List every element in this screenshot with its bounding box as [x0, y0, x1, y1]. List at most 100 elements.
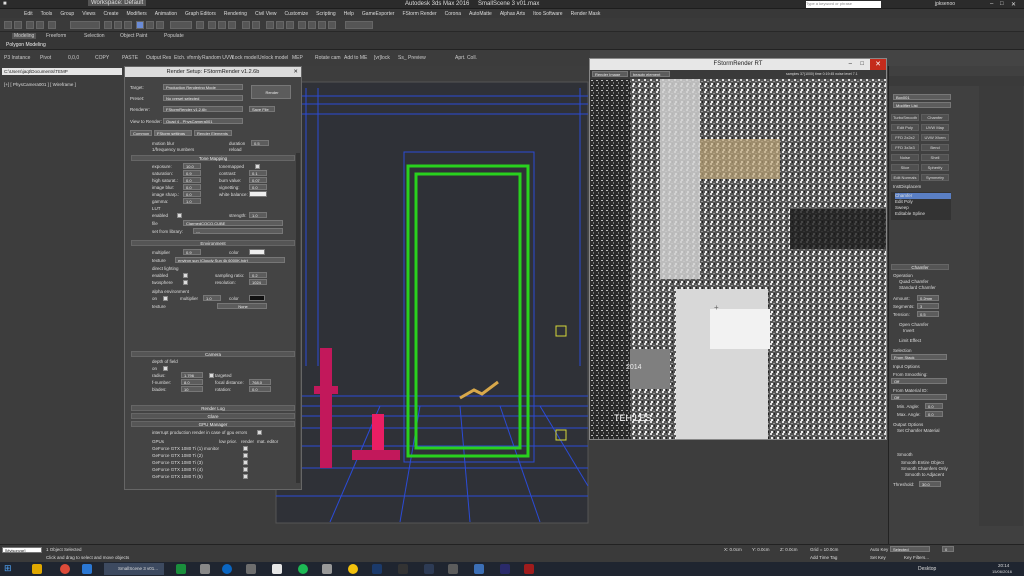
gpu-render-checkbox[interactable] [243, 467, 248, 472]
render-log-rollout[interactable]: Render Log [131, 405, 295, 411]
burn-value-input[interactable]: 0.07 [249, 177, 267, 183]
close-icon[interactable]: ✕ [870, 59, 886, 70]
z-coord[interactable]: Z: 0.0cm [780, 547, 798, 552]
curve-editor-icon[interactable] [276, 21, 284, 29]
min-angle-input[interactable]: 0.0 [925, 403, 943, 409]
toolbar-button[interactable]: Rotate cam [315, 55, 341, 61]
unlink-icon[interactable] [36, 21, 44, 29]
y-coord[interactable]: Y: 0.0cm [752, 547, 770, 552]
named-selection-dropdown[interactable] [345, 21, 373, 29]
env-multiplier-input[interactable]: 0.9 [183, 249, 201, 255]
tab-freeform[interactable]: Freeform [46, 33, 66, 39]
tone-mapping-rollout[interactable]: Tone Mapping [131, 155, 295, 161]
menu-item[interactable]: Create [103, 11, 118, 17]
alpha-on-checkbox[interactable] [163, 296, 168, 301]
smoothing-dropdown[interactable]: Off [891, 378, 947, 384]
stack-item[interactable]: Editable Spline [895, 211, 925, 217]
amount-input[interactable]: 0.2mm [917, 295, 939, 301]
element-dropdown[interactable]: beauty element [630, 71, 670, 77]
frame-input[interactable]: 0 [942, 546, 954, 552]
alpha-texture-button[interactable]: None [217, 303, 267, 309]
camera-rollout[interactable]: Camera [131, 351, 295, 357]
gpu-manager-rollout[interactable]: GPU Manager [131, 421, 295, 427]
lut-strength-input[interactable]: 1.0 [249, 212, 267, 218]
selection-dropdown[interactable]: From Stack [891, 354, 947, 360]
close-icon[interactable]: ✕ [293, 67, 298, 77]
spotify-icon[interactable] [298, 564, 308, 574]
limit-effect-checkbox[interactable]: Limit Effect [899, 338, 921, 344]
set-chamfer-material-checkbox[interactable]: Set Chamfer Material [897, 428, 940, 434]
dl-enabled-checkbox[interactable] [183, 273, 188, 278]
dialog-title-bar[interactable]: Render Setup: FStormRender v1.2.6b ✕ [125, 67, 301, 77]
modifier-button[interactable]: Chamfer [921, 114, 949, 121]
mirror-icon[interactable] [242, 21, 250, 29]
dialog-scrollbar[interactable] [296, 153, 300, 483]
modifier-button[interactable]: Bend [921, 144, 949, 151]
exposure-input[interactable]: 10.0 [183, 163, 201, 169]
image-sharp-input[interactable]: 0.0 [183, 191, 201, 197]
menu-item[interactable]: Help [344, 11, 354, 17]
view-dropdown[interactable]: Quad 4 - PhysCamera001 [163, 118, 243, 124]
app-icon[interactable] [448, 564, 458, 574]
maximize-icon[interactable]: □ [1000, 1, 1004, 7]
saturation-input[interactable]: 0.9 [183, 170, 201, 176]
tonemapped-checkbox[interactable] [255, 164, 260, 169]
menu-item[interactable]: FStorm Render [402, 11, 436, 17]
gpu-render-checkbox[interactable] [243, 453, 248, 458]
toolbar-button[interactable]: Random UVW [202, 55, 234, 61]
render-icon[interactable] [328, 21, 336, 29]
material-editor-icon[interactable] [298, 21, 306, 29]
select-by-name-icon[interactable] [114, 21, 122, 29]
gpu-render-checkbox[interactable] [243, 474, 248, 479]
app-icon[interactable] [524, 564, 534, 574]
image-blur-input[interactable]: 0.0 [183, 184, 201, 190]
minimize-icon[interactable]: – [849, 59, 852, 70]
modifier-button[interactable]: TurboSmooth [891, 114, 919, 121]
app-icon[interactable] [82, 564, 92, 574]
layer-icon[interactable] [266, 21, 274, 29]
lightroom-icon[interactable] [424, 564, 434, 574]
tab-fstorm-settings[interactable]: FStorm settings [154, 130, 192, 136]
align-icon[interactable] [252, 21, 260, 29]
menu-item[interactable]: Modifiers [126, 11, 146, 17]
modifier-list-dropdown[interactable]: Modifier List [893, 102, 951, 108]
toolbar-button[interactable]: COPY [95, 55, 109, 61]
render-setup-icon[interactable] [308, 21, 316, 29]
blades-input[interactable]: 10 [181, 386, 203, 392]
schematic-icon[interactable] [286, 21, 294, 29]
toolbar-button[interactable]: Aprt. Coll. [455, 55, 477, 61]
menu-item[interactable]: Corona [445, 11, 461, 17]
smooth-adjacent-checkbox[interactable]: Smooth to Adjacent [905, 472, 944, 478]
chamfer-rollout[interactable]: Chamfer [891, 264, 949, 270]
max-angle-input[interactable]: 0.0 [925, 411, 943, 417]
windows-start-icon[interactable]: ⊞ [4, 563, 14, 573]
segments-input[interactable]: 3 [917, 303, 939, 309]
menu-item[interactable]: Graph Editors [185, 11, 216, 17]
rotate-icon[interactable] [146, 21, 154, 29]
render-setup-dialog[interactable]: Render Setup: FStormRender v1.2.6b ✕ Tar… [124, 66, 302, 490]
menu-item[interactable]: Customize [285, 11, 309, 17]
toolbar-button[interactable]: 0,0,0 [68, 55, 79, 61]
menu-item[interactable]: Alphas Arts [500, 11, 525, 17]
app-icon[interactable] [398, 564, 408, 574]
menu-item[interactable]: Civil View [255, 11, 277, 17]
tab-selection[interactable]: Selection [84, 33, 105, 39]
gpu-render-checkbox[interactable] [243, 446, 248, 451]
fstorm-rt-window[interactable]: FStormRender RT – □ ✕ Render Image beaut… [589, 58, 887, 440]
command-panel-tabs[interactable] [889, 76, 1024, 86]
explorer-icon[interactable] [32, 564, 42, 574]
resolution-input[interactable]: 1024 [249, 279, 267, 285]
x-coord[interactable]: X: 0.0cm [724, 547, 742, 552]
menu-item[interactable]: Animation [155, 11, 177, 17]
menu-item[interactable]: Group [60, 11, 74, 17]
menu-item[interactable]: Edit [24, 11, 33, 17]
pivot-icon[interactable] [196, 21, 204, 29]
set-key-button[interactable]: Set Key [870, 555, 886, 560]
renderer-dropdown[interactable]: FStormRender v1.2.6b [163, 106, 243, 112]
toolbar-button[interactable]: Pivot [40, 55, 51, 61]
alpha-mult-input[interactable]: 1.0 [203, 295, 221, 301]
toolbar-button[interactable]: PASTE [122, 55, 138, 61]
angle-snap-icon[interactable] [218, 21, 226, 29]
app-icon[interactable] [322, 564, 332, 574]
add-time-tag-button[interactable]: Add Time Tag [810, 555, 837, 560]
